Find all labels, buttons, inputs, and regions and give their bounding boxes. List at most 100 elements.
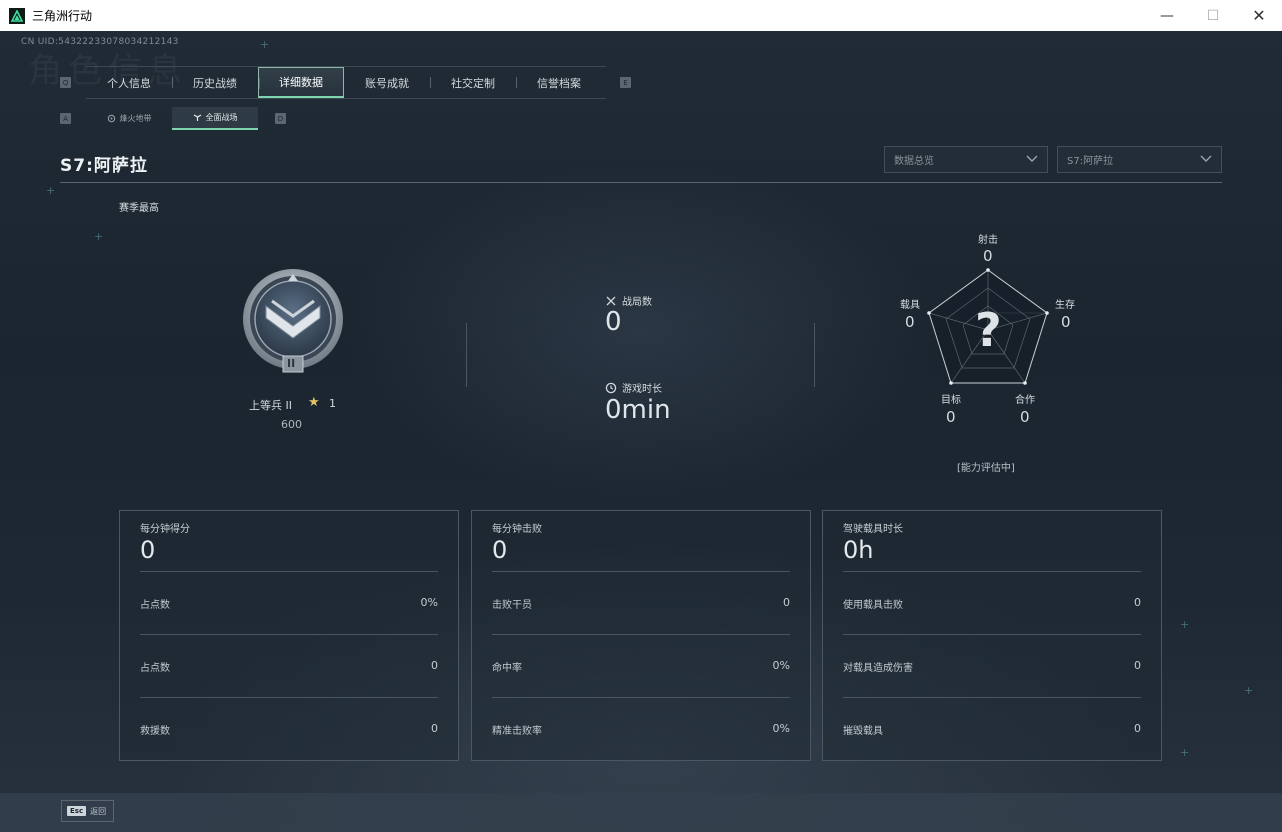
key-hint-a: A (60, 113, 71, 124)
player-uid: CN UID:543222330780342121​43 (21, 37, 179, 47)
title-divider (60, 182, 1222, 183)
star-icon: ★ (308, 395, 320, 410)
card-row-value: 0% (772, 659, 790, 672)
card-title: 每分钟击败 (492, 524, 542, 535)
card-row: 占点数 0 (140, 634, 438, 698)
card-row: 占点数 0% (140, 571, 438, 635)
minimize-button[interactable]: — (1144, 0, 1190, 31)
decor-plus-icon: + (46, 184, 56, 197)
section-divider (814, 323, 815, 387)
decor-plus-icon: + (94, 230, 104, 243)
card-row-label: 占点数 (140, 663, 170, 674)
rank-score: 600 (281, 418, 302, 431)
key-hint-d: D (275, 113, 286, 124)
card-row-value: 0 (783, 596, 790, 609)
tab-hazard-zone-label: 烽火地带 (119, 114, 152, 123)
card-row: 对载具造成伤害 0 (843, 634, 1141, 698)
section-divider (466, 323, 467, 387)
radar-shooting-value: 0 (983, 247, 993, 265)
radar-vehicle-label: 载具 (900, 300, 920, 311)
card-row: 使用载具击败 0 (843, 571, 1141, 635)
card-row: 摧毁载具 0 (843, 697, 1141, 761)
score-per-minute-card: 每分钟得分 0 占点数 0% 占点数 0 救援数 0 (119, 510, 459, 761)
tab-detailed-data[interactable]: 详细数据 (258, 67, 344, 98)
rank-badge-icon: II (240, 268, 346, 376)
close-button[interactable]: ✕ (1236, 0, 1282, 31)
tab-personal-info[interactable]: 个人信息 (86, 67, 172, 98)
tab-social[interactable]: 社交定制 (430, 67, 516, 98)
radar-survival-label: 生存 (1055, 300, 1075, 311)
card-row-label: 占点数 (140, 600, 170, 611)
card-row-value: 0 (1134, 722, 1141, 735)
card-row-value: 0% (420, 596, 438, 609)
chevron-down-icon (1026, 155, 1038, 162)
kills-per-minute-card: 每分钟击败 0 击败干员 0 命中率 0% 精准击败率 0% (471, 510, 811, 761)
decor-plus-icon: + (1244, 684, 1254, 697)
card-row-label: 精准击败率 (492, 726, 542, 737)
radar-unknown-mark: ? (975, 303, 1002, 357)
mode-tab-bar: 烽火地带 全面战场 (86, 107, 258, 130)
battles-value: 0 (605, 307, 622, 337)
card-row-value: 0 (1134, 596, 1141, 609)
rank-star-count: 1 (329, 397, 336, 410)
main-tab-bar: 个人信息 历史战绩 详细数据 账号成就 社交定制 信誉档案 (86, 66, 606, 99)
playtime-label-group: 游戏时长 (605, 380, 662, 395)
hazard-zone-icon (107, 114, 115, 123)
back-button[interactable]: Esc 返回 (61, 800, 114, 822)
card-row-value: 0 (431, 722, 438, 735)
card-row-value: 0 (1134, 659, 1141, 672)
tab-full-warfare-label: 全面战场 (205, 113, 238, 122)
card-title: 每分钟得分 (140, 524, 190, 535)
maximize-button[interactable]: ☐ (1190, 0, 1236, 31)
battles-label: 战局数 (622, 297, 652, 308)
card-row-label: 命中率 (492, 663, 522, 674)
card-row: 精准击败率 0% (492, 697, 790, 761)
back-label: 返回 (90, 806, 107, 816)
playtime-value: 0min (605, 395, 671, 425)
key-hint-e: E (620, 77, 631, 88)
card-main-value: 0h (843, 536, 874, 564)
footer-bar: Esc 返回 (0, 793, 1282, 832)
tab-hazard-zone[interactable]: 烽火地带 (86, 107, 172, 130)
card-row-label: 对载具造成伤害 (843, 663, 913, 674)
decor-plus-icon: + (260, 38, 270, 51)
card-main-value: 0 (492, 536, 508, 564)
season-dropdown[interactable]: S7:阿萨拉 (1057, 146, 1222, 173)
chevron-down-icon (1200, 155, 1212, 162)
tab-credit-record[interactable]: 信誉档案 (516, 67, 602, 98)
radar-teamwork-value: 0 (1020, 408, 1030, 426)
card-row: 击败干员 0 (492, 571, 790, 635)
card-row-label: 使用载具击败 (843, 600, 903, 611)
battles-label-group: 战局数 (605, 293, 652, 308)
radar-objective-label: 目标 (941, 395, 961, 406)
tab-history[interactable]: 历史战绩 (172, 67, 258, 98)
radar-survival-value: 0 (1061, 313, 1071, 331)
game-viewport: 角色信息 CN UID:543222330780342121​43 + + + … (0, 31, 1282, 832)
card-title: 驾驶载具时长 (843, 524, 903, 535)
card-row-label: 摧毁载具 (843, 726, 883, 737)
card-row-value: 0 (431, 659, 438, 672)
page-title: S7:阿萨拉 (60, 156, 148, 176)
badge-numeral: II (287, 357, 296, 370)
rank-name: 上等兵 II (249, 399, 292, 412)
tab-achievements[interactable]: 账号成就 (344, 67, 430, 98)
window-titlebar: 三角洲行动 — ☐ ✕ (0, 0, 1282, 31)
decor-plus-icon: + (1180, 746, 1190, 759)
radar-shooting-label: 射击 (978, 235, 998, 246)
season-dropdown-value: S7:阿萨拉 (1067, 156, 1114, 167)
card-row-value: 0% (772, 722, 790, 735)
clock-icon (605, 382, 617, 393)
decor-plus-icon: + (1180, 618, 1190, 631)
radar-status: [能力评估中] (957, 463, 1015, 474)
data-scope-value: 数据总览 (894, 156, 934, 167)
card-row: 救援数 0 (140, 697, 438, 761)
radar-vehicle-value: 0 (905, 313, 915, 331)
card-main-value: 0 (140, 536, 156, 564)
full-warfare-icon (193, 114, 201, 121)
tab-full-warfare[interactable]: 全面战场 (172, 107, 258, 130)
card-row-label: 救援数 (140, 726, 170, 737)
crossed-swords-icon (606, 296, 616, 305)
radar-objective-value: 0 (946, 408, 956, 426)
esc-key-hint: Esc (67, 806, 87, 816)
data-scope-dropdown[interactable]: 数据总览 (884, 146, 1048, 173)
